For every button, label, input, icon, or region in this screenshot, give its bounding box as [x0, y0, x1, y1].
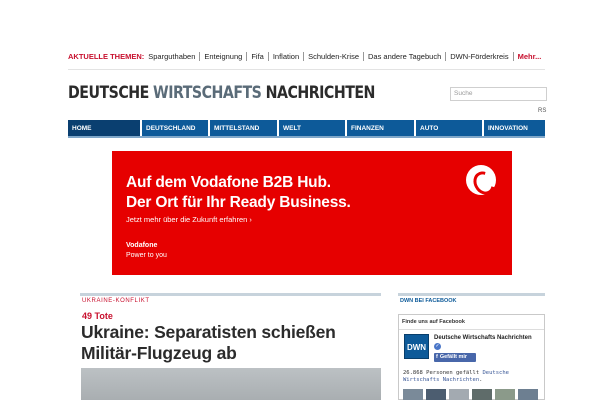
article-title[interactable]: Ukraine: Separatisten schießen Militär-F… — [81, 322, 386, 364]
theme-link-fifa[interactable]: Fifa — [246, 51, 268, 61]
facebook-icon: f — [436, 354, 438, 360]
nav-tab-mittelstand[interactable]: MITTELSTAND — [210, 120, 279, 136]
article-kicker: 49 Tote — [82, 311, 113, 321]
theme-link-inflation[interactable]: Inflation — [267, 51, 303, 61]
sidebar-heading: DWN BEI FACEBOOK — [400, 298, 457, 304]
rss-link[interactable]: RS — [538, 108, 546, 114]
nav-tab-auto[interactable]: AUTO — [416, 120, 484, 136]
facebook-find-us: Finde uns auf Facebook — [402, 319, 465, 325]
sidebar-top-rule — [398, 293, 545, 296]
logo-word-wirtschafts: WIRTSCHAFTS — [153, 83, 262, 102]
themes-label: AKTUELLE THEMEN: — [68, 51, 145, 61]
ad-headline-line1: Auf dem Vodafone B2B Hub. — [126, 174, 331, 191]
article-image[interactable] — [81, 368, 381, 400]
logo-word-deutsche: DEUTSCHE — [68, 83, 149, 102]
fan-avatar[interactable] — [495, 389, 515, 400]
fan-avatar[interactable] — [518, 389, 538, 400]
logo-word-nachrichten: NACHRICHTEN — [265, 83, 376, 102]
facebook-count-end: . — [479, 377, 483, 383]
theme-link-foerderkreis[interactable]: DWN-Förderkreis — [445, 51, 512, 61]
ad-tagline: Power to you — [126, 252, 167, 259]
ad-headline-line2: Der Ort für Ihr Ready Business. — [126, 194, 351, 211]
ad-banner[interactable]: Auf dem Vodafone B2B Hub. Der Ort für Ih… — [112, 151, 512, 275]
page-logo[interactable]: DWN — [404, 334, 429, 359]
verified-icon: ✓ — [434, 343, 441, 350]
nav-tab-welt[interactable]: WELT — [279, 120, 347, 136]
facebook-widget: Finde uns auf Facebook DWN Deutsche Wirt… — [398, 314, 545, 400]
fan-avatar[interactable] — [426, 389, 446, 400]
nav-tab-deutschland[interactable]: DEUTSCHLAND — [142, 120, 210, 136]
ad-brand: Vodafone — [126, 242, 158, 249]
nav-underline — [68, 136, 545, 138]
facebook-count-text: 26.868 Personen gefällt — [403, 370, 483, 376]
fan-avatar[interactable] — [449, 389, 469, 400]
facebook-like-label: Gefällt mir — [439, 354, 468, 360]
top-divider — [68, 69, 545, 70]
nav-tab-home[interactable]: HOME — [68, 120, 142, 136]
fan-avatar[interactable] — [403, 389, 423, 400]
facebook-fan-faces — [403, 389, 538, 400]
fan-avatar[interactable] — [472, 389, 492, 400]
article-top-rule — [80, 293, 381, 296]
facebook-like-button[interactable]: f Gefällt mir — [434, 353, 476, 362]
nav-tab-finanzen[interactable]: FINANZEN — [347, 120, 416, 136]
site-logo[interactable]: DEUTSCHE WIRTSCHAFTS NACHRICHTEN — [68, 83, 375, 103]
facebook-page-name[interactable]: Deutsche Wirtschafts Nachrichten — [434, 335, 532, 341]
search-input[interactable]: Suche — [450, 87, 547, 101]
themes-more-link[interactable]: Mehr... — [512, 51, 541, 61]
theme-link-enteignung[interactable]: Enteignung — [199, 51, 246, 61]
themes-bar: AKTUELLE THEMEN: Sparguthaben Enteignung… — [68, 49, 541, 63]
nav-tab-innovation[interactable]: INNOVATION — [484, 120, 545, 136]
theme-link-schulden-krise[interactable]: Schulden-Krise — [303, 51, 363, 61]
facebook-like-count: 26.868 Personen gefällt Deutsche Wirtsch… — [403, 370, 543, 384]
ad-cta-link[interactable]: Jetzt mehr über die Zukunft erfahren › — [126, 215, 252, 224]
theme-link-tagebuch[interactable]: Das andere Tagebuch — [362, 51, 445, 61]
theme-link-sparguthaben[interactable]: Sparguthaben — [148, 52, 199, 61]
vodafone-logo-icon — [466, 165, 496, 195]
article-category[interactable]: UKRAINE-KONFLIKT — [82, 298, 150, 304]
facebook-divider — [399, 329, 544, 330]
ad-headline: Auf dem Vodafone B2B Hub. Der Ort für Ih… — [126, 173, 351, 213]
main-nav: HOME DEUTSCHLAND MITTELSTAND WELT FINANZ… — [68, 120, 545, 136]
